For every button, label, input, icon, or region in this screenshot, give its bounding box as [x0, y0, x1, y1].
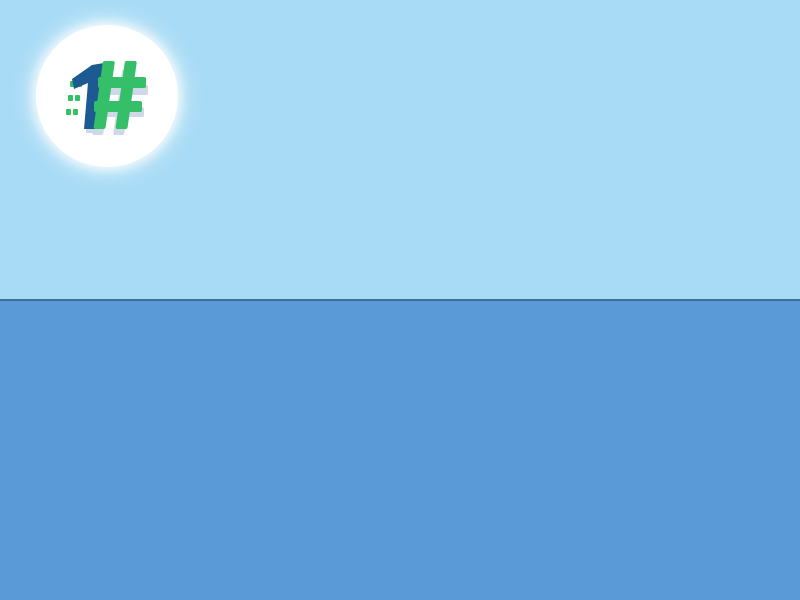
ground-area — [0, 301, 800, 600]
logo-button[interactable] — [36, 25, 178, 167]
number-one-hashtag-logo-icon — [66, 61, 148, 135]
game-scene — [0, 0, 800, 600]
